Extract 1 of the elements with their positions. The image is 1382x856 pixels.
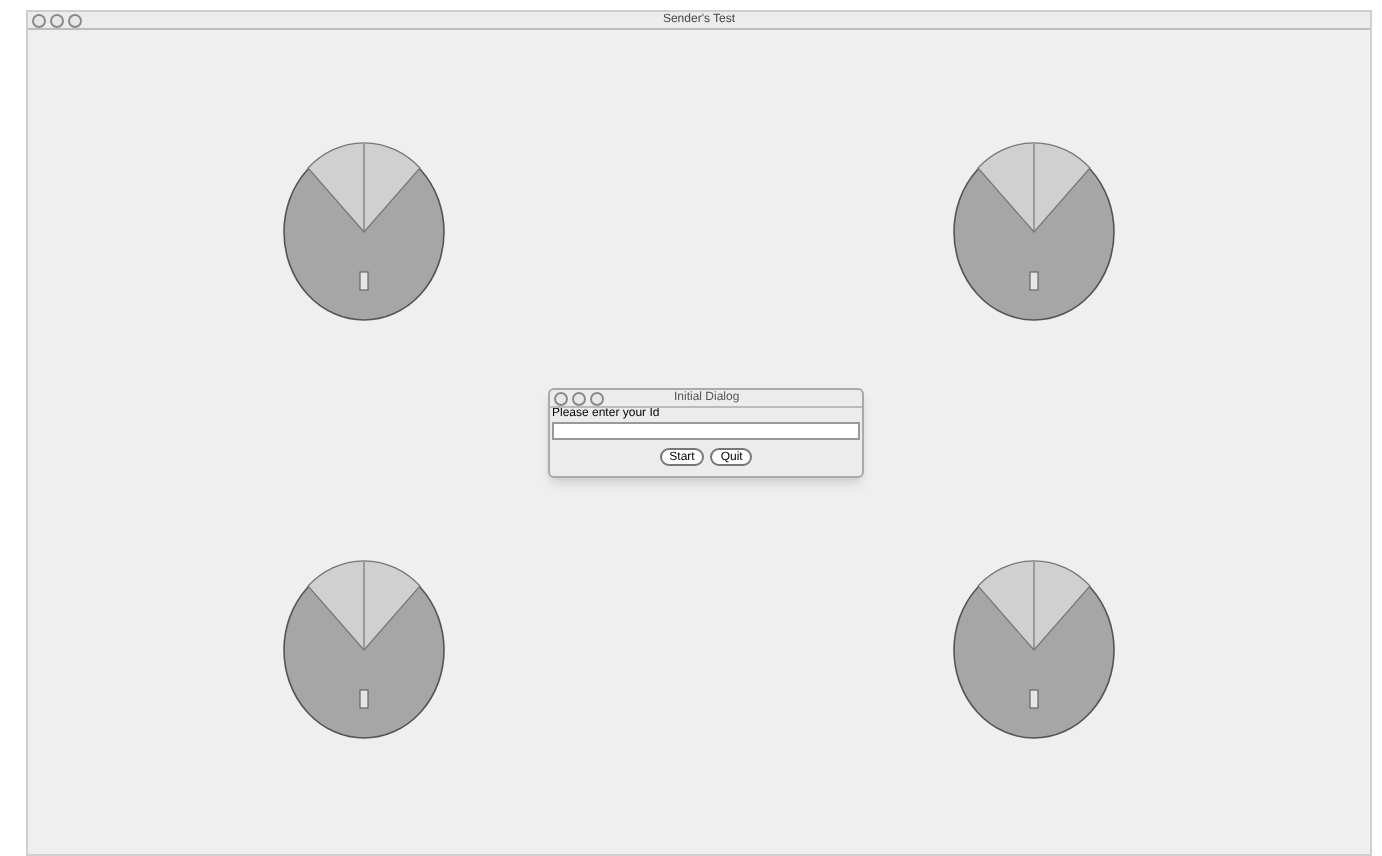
id-input-field[interactable] xyxy=(552,422,860,440)
